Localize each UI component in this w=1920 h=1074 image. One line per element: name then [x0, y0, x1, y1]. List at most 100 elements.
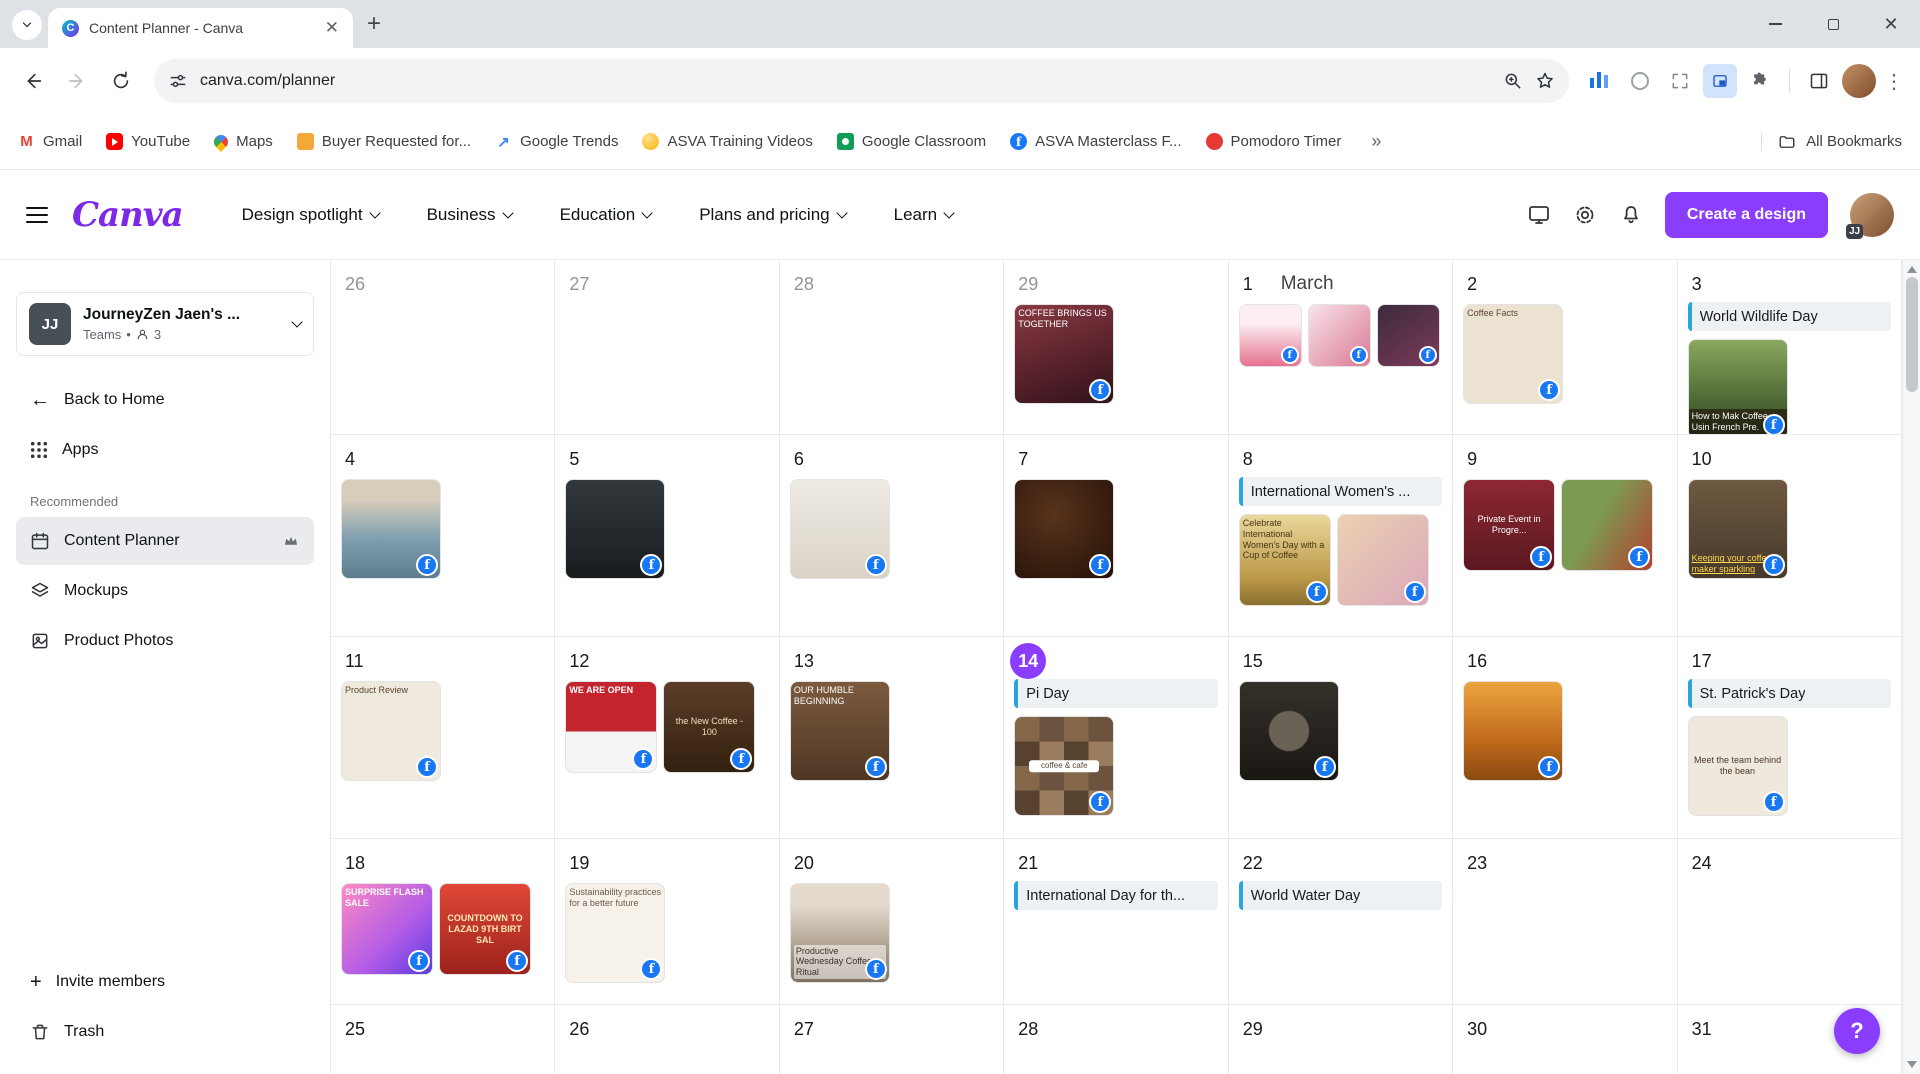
post-thumbnail-flowers[interactable]: Celebrate International Women's Day with…: [1238, 514, 1331, 606]
active-extension-icon[interactable]: [1703, 64, 1737, 98]
calendar-cell-19[interactable]: 19 Sustainability practices for a better …: [555, 839, 780, 1005]
event-pill[interactable]: World Water Day: [1238, 881, 1443, 910]
calendar-cell-23[interactable]: 23: [1453, 839, 1678, 1005]
post-thumbnail-gifts[interactable]: f: [1336, 514, 1429, 606]
post-thumbnail-darkshop[interactable]: f: [565, 479, 666, 579]
fullscreen-extension-icon[interactable]: [1663, 64, 1697, 98]
calendar-cell-27[interactable]: 27: [555, 260, 780, 435]
address-bar[interactable]: canva.com/planner: [154, 59, 1569, 103]
bookmark-gmail[interactable]: Gmail: [18, 133, 82, 150]
canva-logo[interactable]: Canva: [72, 195, 184, 235]
calendar-cell-18[interactable]: 18 SURPRISE FLASH SALE f COUNTDOWN TO LAZAD…: [331, 839, 556, 1005]
bookmark-asva-masterclass[interactable]: ASVA Masterclass F...: [1010, 133, 1182, 150]
bookmark-pomodoro[interactable]: Pomodoro Timer: [1205, 133, 1341, 150]
create-design-button[interactable]: Create a design: [1664, 191, 1828, 238]
post-thumbnail-greenpour[interactable]: How to Mak Coffee Usin French Pre. f: [1687, 339, 1788, 434]
scroll-up-icon[interactable]: [1906, 266, 1917, 273]
extension-circle-icon[interactable]: [1623, 64, 1657, 98]
menu-icon[interactable]: [26, 206, 48, 223]
scroll-down-icon[interactable]: [1906, 1061, 1917, 1068]
back-button[interactable]: [14, 62, 52, 100]
nav-design-spotlight[interactable]: Design spotlight: [223, 205, 398, 225]
post-thumbnail-countdown[interactable]: COUNTDOWN TO LAZAD 9TH BIRT SAL f: [439, 883, 531, 975]
calendar-cell-12[interactable]: 12 WE ARE OPEN f the New Coffee - 100 f: [555, 637, 780, 839]
browser-menu-icon[interactable]: ⋮: [1882, 69, 1906, 94]
post-thumbnail-darkpink[interactable]: f: [1376, 304, 1440, 367]
post-thumbnail-orangelatte[interactable]: f: [1463, 681, 1564, 781]
post-thumbnail-pinkmag[interactable]: f: [1238, 304, 1302, 367]
post-thumbnail-window[interactable]: Productive Wednesday Coffee Ritual f: [789, 883, 890, 983]
post-thumbnail-flashsale[interactable]: SURPRISE FLASH SALE f: [341, 883, 433, 975]
calendar-cell-6[interactable]: 6f: [779, 435, 1005, 637]
analytics-extension-icon[interactable]: [1583, 64, 1617, 98]
url-text[interactable]: canva.com/planner: [200, 72, 1491, 90]
post-thumbnail-newcoffee[interactable]: the New Coffee - 100 f: [663, 681, 756, 773]
calendar-cell-10[interactable]: 10 Keeping your coffee maker sparkling f: [1677, 435, 1902, 637]
nav-education[interactable]: Education: [541, 205, 671, 225]
calendar-cell-17[interactable]: 17 St. Patrick's Day Meet the team behind …: [1677, 637, 1902, 839]
calendar-cell-1[interactable]: 1 March f f f: [1228, 260, 1454, 435]
user-avatar[interactable]: JJ: [1846, 192, 1894, 239]
event-pill[interactable]: St. Patrick's Day: [1687, 679, 1891, 708]
team-selector[interactable]: JJ JourneyZen Jaen's ... Teams • 3: [16, 292, 314, 356]
event-pill[interactable]: International Day for th...: [1014, 881, 1218, 910]
calendar-cell-22[interactable]: 22 World Water Day: [1228, 839, 1454, 1005]
bookmark-buyer-requested[interactable]: Buyer Requested for...: [296, 133, 471, 150]
calendar-cell-9[interactable]: 9 Private Event in Progre... f f: [1453, 435, 1678, 637]
forward-button[interactable]: [58, 62, 96, 100]
calendar-cell-28[interactable]: 28: [1004, 1005, 1229, 1074]
nav-business[interactable]: Business: [408, 205, 531, 225]
minimize-button[interactable]: [1746, 0, 1804, 48]
bookmark-youtube[interactable]: YouTube: [106, 133, 190, 150]
settings-gear-icon[interactable]: [1573, 203, 1597, 227]
calendar-cell-3[interactable]: 3 World Wildlife Day How to Mak Coffee Usi…: [1677, 260, 1902, 435]
bookmark-google-trends[interactable]: Google Trends: [495, 133, 618, 150]
scrollbar-thumb[interactable]: [1905, 277, 1918, 392]
bookmark-maps[interactable]: Maps: [211, 131, 273, 152]
post-thumbnail-open[interactable]: WE ARE OPEN f: [565, 681, 658, 773]
all-bookmarks-button[interactable]: All Bookmarks: [1761, 132, 1902, 151]
site-info-icon[interactable]: [168, 71, 188, 91]
calendar-cell-29[interactable]: 29 COFFEE BRINGS US TOGETHER f: [1004, 260, 1229, 435]
calendar-cell-26[interactable]: 26: [331, 260, 556, 435]
sidebar-item-content-planner[interactable]: Content Planner: [16, 517, 314, 565]
reload-button[interactable]: [102, 62, 140, 100]
back-to-home-button[interactable]: ← Back to Home: [16, 376, 314, 424]
calendar-cell-2[interactable]: 2 Coffee Facts f: [1453, 260, 1678, 435]
post-thumbnail-beans[interactable]: f: [1014, 479, 1115, 579]
post-thumbnail-beige[interactable]: Coffee Facts f: [1463, 304, 1564, 404]
tab-close-icon[interactable]: ✕: [321, 18, 343, 38]
post-thumbnail-team[interactable]: Meet the team behind the bean f: [1687, 716, 1788, 816]
event-pill[interactable]: International Women's ...: [1238, 477, 1443, 506]
calendar-cell-20[interactable]: 20 Productive Wednesday Coffee Ritual f: [779, 839, 1005, 1005]
post-thumbnail-humble[interactable]: OUR HUMBLE BEGINNING f: [789, 681, 890, 781]
desktop-app-icon[interactable]: [1527, 203, 1551, 227]
calendar-cell-11[interactable]: 11 Product Review f: [331, 637, 556, 839]
post-thumbnail-maroon[interactable]: COFFEE BRINGS US TOGETHER f: [1014, 304, 1115, 404]
post-thumbnail-review[interactable]: Product Review f: [341, 681, 441, 781]
post-thumbnail-pinkgrid[interactable]: f: [1307, 304, 1371, 367]
restore-button[interactable]: [1804, 0, 1862, 48]
tab-search-button[interactable]: [12, 10, 42, 40]
browser-profile-avatar[interactable]: [1842, 64, 1876, 98]
sidebar-item-mockups[interactable]: Mockups: [16, 567, 314, 615]
browser-tab[interactable]: C Content Planner - Canva ✕: [48, 8, 353, 48]
post-thumbnail-whitebook[interactable]: f: [789, 479, 890, 579]
post-thumbnail-collage[interactable]: coffee & cafe f: [1014, 716, 1115, 816]
bookmark-google-classroom[interactable]: Google Classroom: [836, 133, 986, 150]
calendar-cell-14[interactable]: 14 Pi Day coffee & cafe f: [1004, 637, 1229, 839]
calendar-cell-16[interactable]: 16 f: [1453, 637, 1678, 839]
post-thumbnail-mag[interactable]: f: [1238, 681, 1339, 781]
bookmarks-overflow-icon[interactable]: »: [1371, 131, 1381, 152]
post-thumbnail-testimonial[interactable]: Sustainability practices for a better fu…: [565, 883, 666, 983]
event-pill[interactable]: World Wildlife Day: [1687, 302, 1891, 331]
notifications-bell-icon[interactable]: [1619, 203, 1643, 227]
calendar-cell-4[interactable]: 4f: [331, 435, 556, 637]
close-button[interactable]: ✕: [1862, 0, 1920, 48]
calendar-cell-7[interactable]: 7f: [1004, 435, 1229, 637]
sidebar-item-apps[interactable]: Apps: [16, 426, 314, 474]
bookmark-star-icon[interactable]: [1535, 71, 1555, 91]
event-pill[interactable]: Pi Day: [1014, 679, 1218, 708]
side-panel-icon[interactable]: [1802, 64, 1836, 98]
post-thumbnail-scrubs[interactable]: f: [341, 479, 441, 579]
